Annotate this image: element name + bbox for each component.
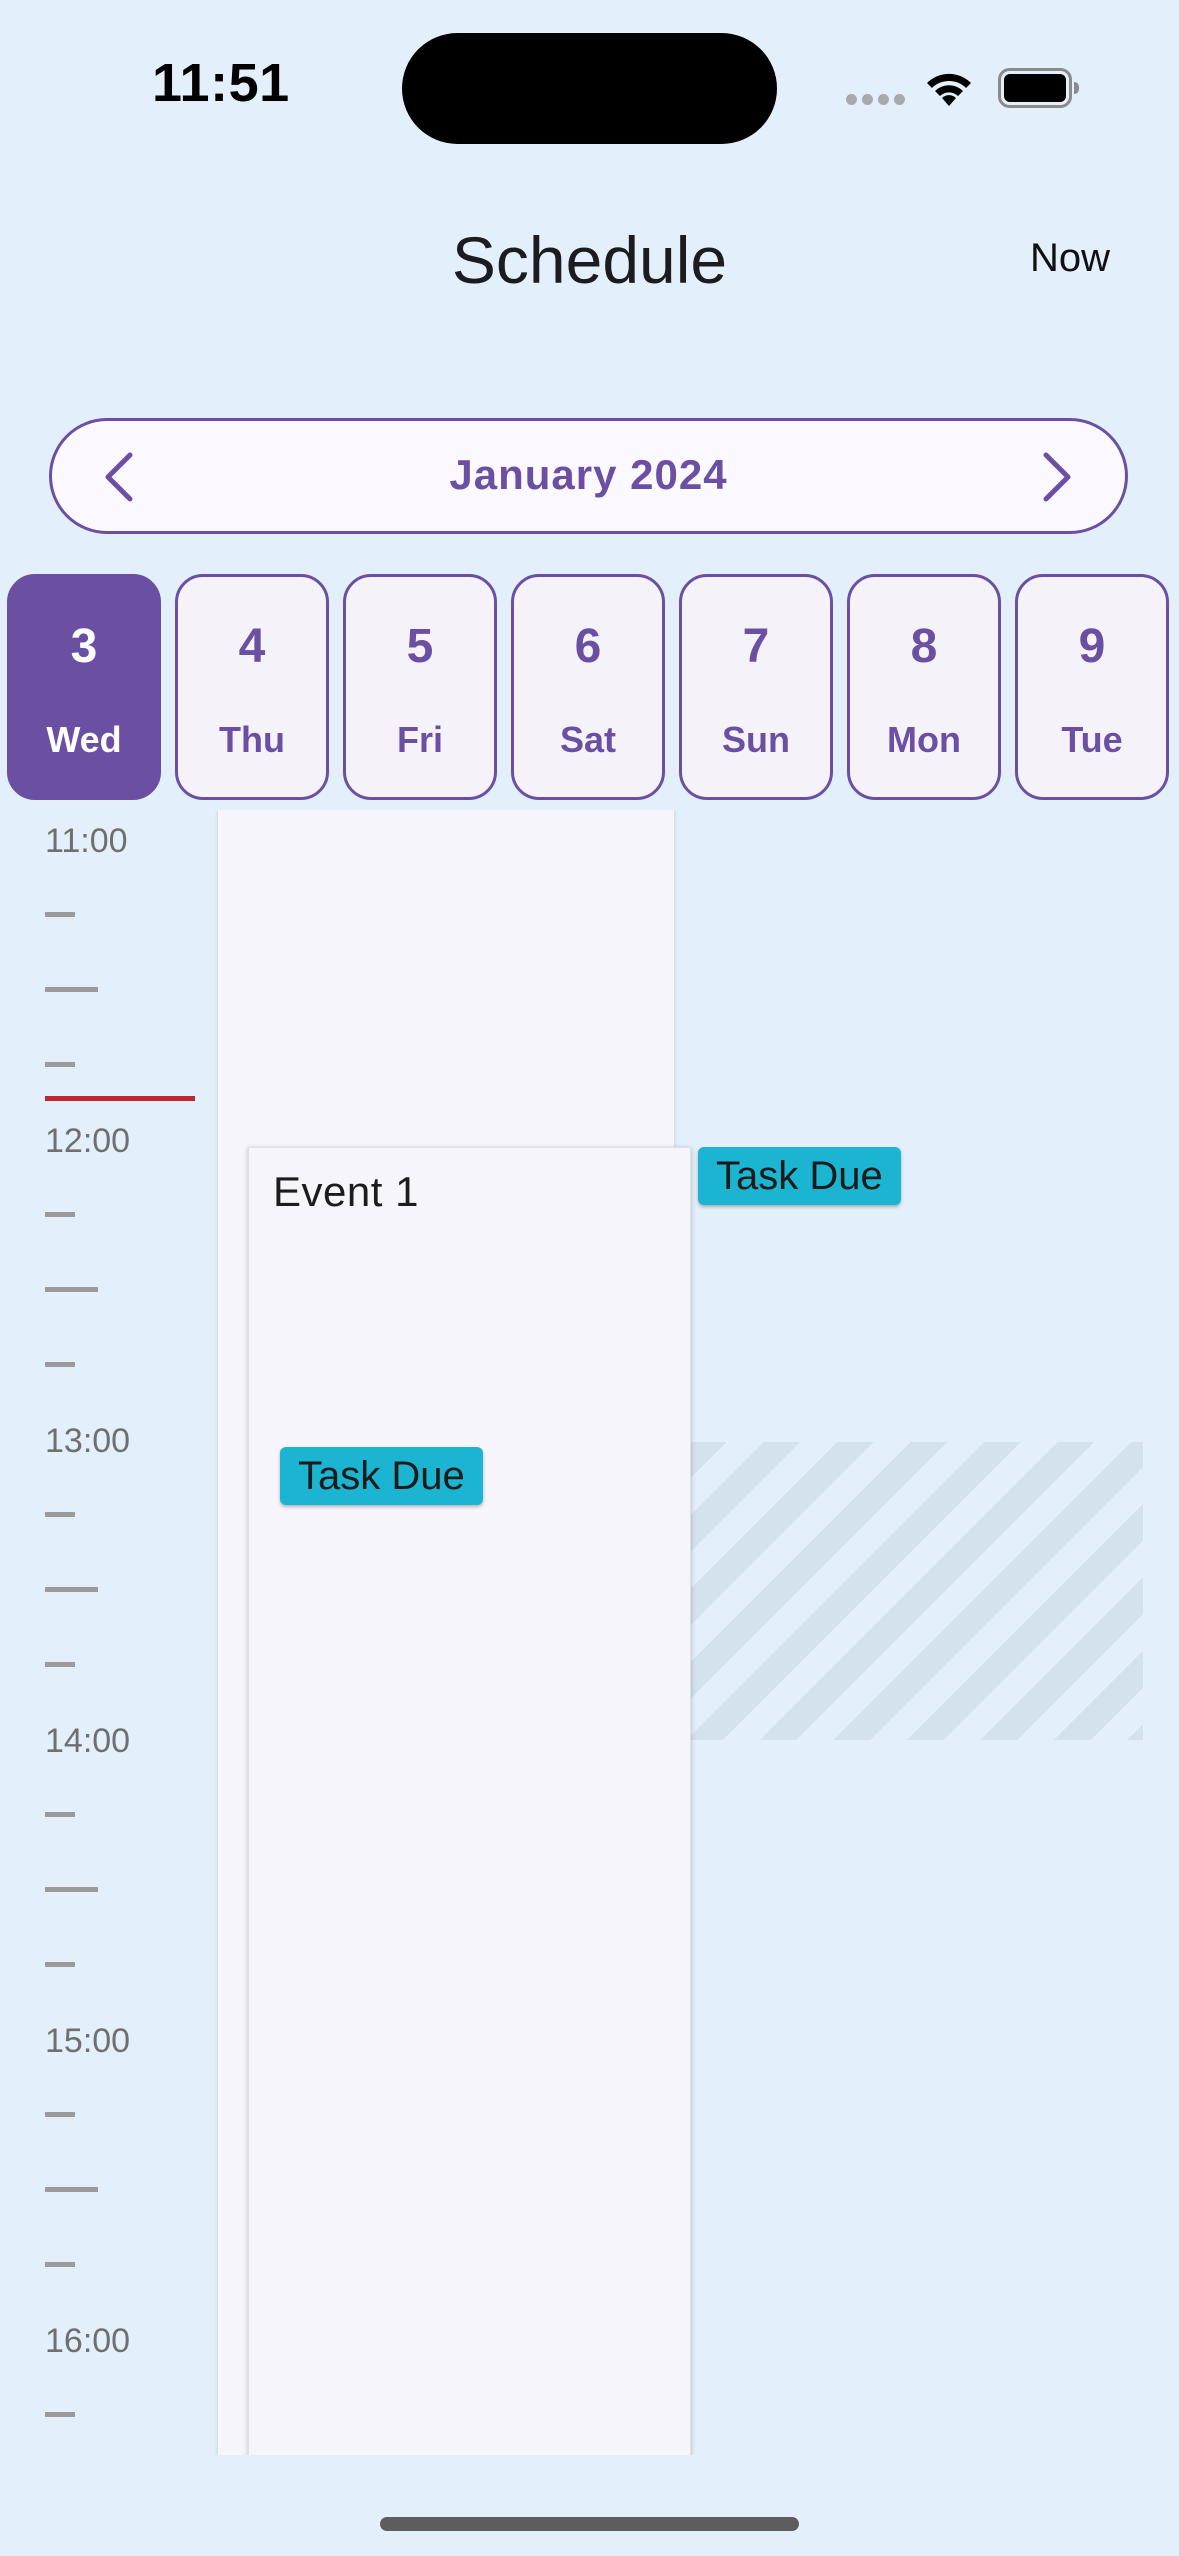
hour-label: 11:00 [45, 822, 128, 860]
half-hour-tick [45, 1287, 98, 1292]
day-number: 4 [238, 620, 266, 673]
day-name: Fri [396, 719, 443, 760]
hour-label: 15:00 [45, 2022, 131, 2060]
home-indicator[interactable] [380, 2517, 799, 2531]
chevron-right-icon[interactable] [1024, 447, 1084, 507]
wifi-icon [927, 73, 971, 106]
hour-label: 14:00 [45, 1722, 131, 1760]
quarter-tick [45, 2412, 75, 2417]
quarter-tick [45, 1662, 75, 1667]
event-title: Event 1 [273, 1168, 419, 1215]
quarter-tick [45, 2112, 75, 2117]
day-cell-7[interactable]: 7 Sun [679, 574, 833, 800]
day-name: Sat [559, 719, 617, 760]
task-due-chip[interactable]: Task Due [280, 1447, 483, 1505]
hour-label: 16:00 [45, 2322, 131, 2360]
month-label: January 2024 [449, 451, 728, 498]
battery-icon [998, 68, 1079, 108]
hour-label: 12:00 [45, 1122, 131, 1160]
day-number: 8 [910, 620, 938, 673]
month-selector: January 2024 [49, 418, 1128, 534]
quarter-tick [45, 1212, 75, 1217]
day-name: Thu [219, 719, 285, 760]
day-number: 6 [574, 620, 602, 673]
day-cell-5[interactable]: 5 Fri [343, 574, 497, 800]
day-number: 5 [406, 620, 434, 673]
day-number: 7 [742, 620, 770, 673]
day-cell-3[interactable]: 3 Wed [7, 574, 161, 800]
day-name: Wed [46, 719, 122, 760]
unavailable-time-block [690, 1442, 1143, 1740]
hour-label: 13:00 [45, 1422, 131, 1460]
day-cell-8[interactable]: 8 Mon [847, 574, 1001, 800]
quarter-tick [45, 1362, 75, 1367]
half-hour-tick [45, 987, 98, 992]
quarter-tick [45, 1512, 75, 1517]
half-hour-tick [45, 1887, 98, 1892]
half-hour-tick [45, 2187, 98, 2192]
event-card[interactable]: Event 1 [248, 1147, 691, 2455]
quarter-tick [45, 1962, 75, 1967]
now-button[interactable]: Now [1030, 236, 1110, 281]
day-name: Tue [1061, 719, 1123, 760]
quarter-tick [45, 2262, 75, 2267]
quarter-tick [45, 1812, 75, 1817]
day-name: Mon [887, 719, 961, 760]
day-cell-9[interactable]: 9 Tue [1015, 574, 1169, 800]
day-cell-4[interactable]: 4 Thu [175, 574, 329, 800]
schedule-timeline[interactable]: 11:00 12:00 13:00 14:00 15:00 16:00 Even… [0, 810, 1179, 2455]
current-time-indicator [45, 1096, 195, 1101]
status-time: 11:51 [152, 53, 290, 113]
page-title: Schedule [451, 223, 728, 297]
half-hour-tick [45, 1587, 98, 1592]
dynamic-island [402, 33, 777, 144]
day-number: 3 [70, 620, 98, 673]
quarter-tick [45, 1062, 75, 1067]
day-cell-6[interactable]: 6 Sat [511, 574, 665, 800]
day-name: Sun [722, 719, 790, 760]
day-number: 9 [1078, 620, 1106, 673]
cellular-signal-icon [846, 94, 906, 106]
task-due-chip[interactable]: Task Due [698, 1147, 901, 1205]
quarter-tick [45, 912, 75, 917]
